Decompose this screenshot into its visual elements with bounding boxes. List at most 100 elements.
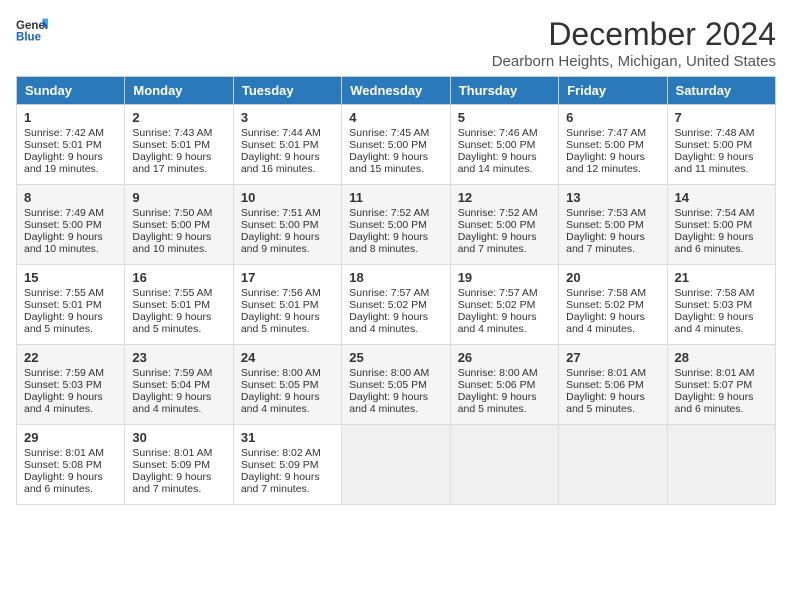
sunrise-label: Sunrise: 7:48 AM — [675, 127, 755, 139]
sunset-label: Sunset: 5:01 PM — [241, 139, 319, 151]
sunset-label: Sunset: 5:00 PM — [675, 139, 753, 151]
sunset-label: Sunset: 5:06 PM — [458, 379, 536, 391]
day-number: 28 — [675, 350, 768, 365]
day-number: 24 — [241, 350, 334, 365]
header-row: SundayMondayTuesdayWednesdayThursdayFrid… — [17, 77, 776, 105]
header-cell-tuesday: Tuesday — [233, 77, 341, 105]
sunset-label: Sunset: 5:06 PM — [566, 379, 644, 391]
day-number: 10 — [241, 190, 334, 205]
sunset-label: Sunset: 5:01 PM — [24, 139, 102, 151]
day-number: 1 — [24, 110, 117, 125]
day-number: 29 — [24, 430, 117, 445]
calendar-cell: 4 Sunrise: 7:45 AM Sunset: 5:00 PM Dayli… — [342, 105, 450, 185]
day-number: 6 — [566, 110, 659, 125]
sunrise-label: Sunrise: 7:54 AM — [675, 207, 755, 219]
calendar-cell: 12 Sunrise: 7:52 AM Sunset: 5:00 PM Dayl… — [450, 185, 558, 265]
calendar-cell: 14 Sunrise: 7:54 AM Sunset: 5:00 PM Dayl… — [667, 185, 775, 265]
calendar-cell: 10 Sunrise: 7:51 AM Sunset: 5:00 PM Dayl… — [233, 185, 341, 265]
sunset-label: Sunset: 5:04 PM — [132, 379, 210, 391]
day-number: 9 — [132, 190, 225, 205]
calendar-cell — [342, 425, 450, 505]
daylight-label: Daylight: 9 hours and 6 minutes. — [24, 471, 103, 495]
sunrise-label: Sunrise: 8:01 AM — [566, 367, 646, 379]
sunset-label: Sunset: 5:00 PM — [458, 219, 536, 231]
header-cell-wednesday: Wednesday — [342, 77, 450, 105]
sunrise-label: Sunrise: 8:01 AM — [132, 447, 212, 459]
sunset-label: Sunset: 5:07 PM — [675, 379, 753, 391]
calendar-cell — [559, 425, 667, 505]
sunset-label: Sunset: 5:01 PM — [132, 299, 210, 311]
svg-text:Blue: Blue — [16, 32, 42, 44]
calendar-cell: 28 Sunrise: 8:01 AM Sunset: 5:07 PM Dayl… — [667, 345, 775, 425]
day-number: 25 — [349, 350, 442, 365]
day-number: 23 — [132, 350, 225, 365]
sunrise-label: Sunrise: 7:45 AM — [349, 127, 429, 139]
daylight-label: Daylight: 9 hours and 10 minutes. — [24, 231, 103, 255]
daylight-label: Daylight: 9 hours and 4 minutes. — [458, 311, 537, 335]
day-number: 12 — [458, 190, 551, 205]
sunset-label: Sunset: 5:00 PM — [132, 219, 210, 231]
daylight-label: Daylight: 9 hours and 4 minutes. — [241, 391, 320, 415]
calendar-cell: 18 Sunrise: 7:57 AM Sunset: 5:02 PM Dayl… — [342, 265, 450, 345]
sunset-label: Sunset: 5:08 PM — [24, 459, 102, 471]
day-number: 15 — [24, 270, 117, 285]
daylight-label: Daylight: 9 hours and 6 minutes. — [675, 391, 754, 415]
calendar-cell: 25 Sunrise: 8:00 AM Sunset: 5:05 PM Dayl… — [342, 345, 450, 425]
sunrise-label: Sunrise: 7:59 AM — [24, 367, 104, 379]
calendar-cell: 3 Sunrise: 7:44 AM Sunset: 5:01 PM Dayli… — [233, 105, 341, 185]
calendar-cell — [667, 425, 775, 505]
sunrise-label: Sunrise: 7:43 AM — [132, 127, 212, 139]
daylight-label: Daylight: 9 hours and 12 minutes. — [566, 151, 645, 175]
sunrise-label: Sunrise: 7:55 AM — [24, 287, 104, 299]
sunrise-label: Sunrise: 7:50 AM — [132, 207, 212, 219]
sunrise-label: Sunrise: 7:42 AM — [24, 127, 104, 139]
daylight-label: Daylight: 9 hours and 7 minutes. — [458, 231, 537, 255]
day-number: 13 — [566, 190, 659, 205]
header-cell-friday: Friday — [559, 77, 667, 105]
daylight-label: Daylight: 9 hours and 17 minutes. — [132, 151, 211, 175]
daylight-label: Daylight: 9 hours and 10 minutes. — [132, 231, 211, 255]
daylight-label: Daylight: 9 hours and 4 minutes. — [566, 311, 645, 335]
daylight-label: Daylight: 9 hours and 9 minutes. — [241, 231, 320, 255]
sunrise-label: Sunrise: 7:46 AM — [458, 127, 538, 139]
sunrise-label: Sunrise: 8:00 AM — [241, 367, 321, 379]
sunrise-label: Sunrise: 8:01 AM — [675, 367, 755, 379]
sunset-label: Sunset: 5:05 PM — [349, 379, 427, 391]
calendar-cell: 6 Sunrise: 7:47 AM Sunset: 5:00 PM Dayli… — [559, 105, 667, 185]
week-row-2: 8 Sunrise: 7:49 AM Sunset: 5:00 PM Dayli… — [17, 185, 776, 265]
daylight-label: Daylight: 9 hours and 6 minutes. — [675, 231, 754, 255]
daylight-label: Daylight: 9 hours and 5 minutes. — [241, 311, 320, 335]
sunrise-label: Sunrise: 7:49 AM — [24, 207, 104, 219]
sunrise-label: Sunrise: 8:00 AM — [458, 367, 538, 379]
logo-icon: General Blue — [16, 16, 48, 44]
calendar-cell: 13 Sunrise: 7:53 AM Sunset: 5:00 PM Dayl… — [559, 185, 667, 265]
logo: General Blue — [16, 16, 48, 44]
day-number: 4 — [349, 110, 442, 125]
header-cell-sunday: Sunday — [17, 77, 125, 105]
day-number: 21 — [675, 270, 768, 285]
day-number: 20 — [566, 270, 659, 285]
calendar-cell: 7 Sunrise: 7:48 AM Sunset: 5:00 PM Dayli… — [667, 105, 775, 185]
sunset-label: Sunset: 5:09 PM — [241, 459, 319, 471]
sunset-label: Sunset: 5:00 PM — [458, 139, 536, 151]
title-area: December 2024 Dearborn Heights, Michigan… — [492, 16, 776, 70]
sunset-label: Sunset: 5:00 PM — [566, 219, 644, 231]
daylight-label: Daylight: 9 hours and 7 minutes. — [566, 231, 645, 255]
calendar-cell: 20 Sunrise: 7:58 AM Sunset: 5:02 PM Dayl… — [559, 265, 667, 345]
calendar-cell: 17 Sunrise: 7:56 AM Sunset: 5:01 PM Dayl… — [233, 265, 341, 345]
daylight-label: Daylight: 9 hours and 5 minutes. — [132, 311, 211, 335]
daylight-label: Daylight: 9 hours and 14 minutes. — [458, 151, 537, 175]
header-cell-saturday: Saturday — [667, 77, 775, 105]
calendar-cell: 27 Sunrise: 8:01 AM Sunset: 5:06 PM Dayl… — [559, 345, 667, 425]
sunset-label: Sunset: 5:02 PM — [349, 299, 427, 311]
sunrise-label: Sunrise: 8:02 AM — [241, 447, 321, 459]
day-number: 16 — [132, 270, 225, 285]
sunset-label: Sunset: 5:00 PM — [241, 219, 319, 231]
day-number: 27 — [566, 350, 659, 365]
calendar-cell: 15 Sunrise: 7:55 AM Sunset: 5:01 PM Dayl… — [17, 265, 125, 345]
daylight-label: Daylight: 9 hours and 19 minutes. — [24, 151, 103, 175]
daylight-label: Daylight: 9 hours and 5 minutes. — [24, 311, 103, 335]
daylight-label: Daylight: 9 hours and 8 minutes. — [349, 231, 428, 255]
sunrise-label: Sunrise: 7:58 AM — [566, 287, 646, 299]
daylight-label: Daylight: 9 hours and 4 minutes. — [349, 311, 428, 335]
